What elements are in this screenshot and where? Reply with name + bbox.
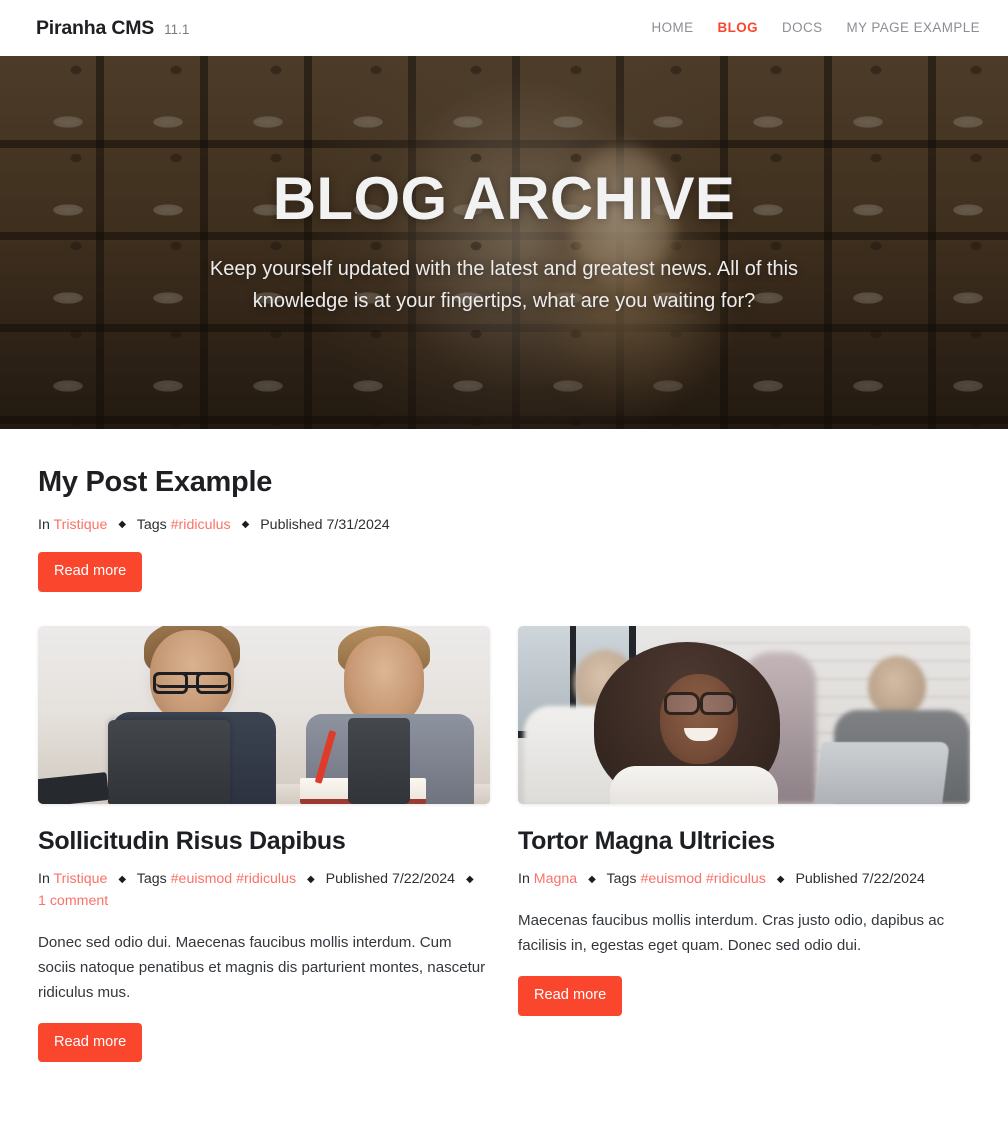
brand-version: 11.1 — [164, 21, 190, 37]
meta-category-link[interactable]: Tristique — [54, 517, 108, 533]
meta-category-link[interactable]: Tristique — [54, 871, 108, 887]
post-thumbnail-office-woman[interactable] — [518, 625, 970, 804]
meta-tags-link[interactable]: #euismod #ridiculus — [640, 871, 765, 887]
main-navigation: HOME BLOG DOCS MY PAGE EXAMPLE — [652, 19, 980, 37]
child-left-glasses-icon — [153, 671, 231, 694]
meta-separator-diamond-icon: ◆ — [776, 873, 785, 885]
nav-item-blog: BLOG — [718, 19, 758, 37]
post-card: Sollicitudin Risus Dapibus In Tristique … — [38, 625, 490, 1063]
meta-separator-diamond-icon: ◆ — [307, 873, 315, 885]
nav-link-my-page-example[interactable]: MY PAGE EXAMPLE — [846, 20, 980, 35]
meta-separator-diamond-icon: ◆ — [588, 873, 596, 885]
hero-banner: BLOG ARCHIVE Keep yourself updated with … — [0, 56, 1008, 429]
meta-category-link[interactable]: Magna — [534, 871, 577, 887]
post-grid: Sollicitudin Risus Dapibus In Tristique … — [38, 625, 970, 1063]
meta-in-label: In — [518, 871, 530, 888]
meta-tags-link[interactable]: #ridiculus — [171, 517, 231, 533]
post-excerpt: Maecenas faucibus mollis interdum. Cras … — [518, 912, 945, 955]
post-read-more-button[interactable]: Read more — [38, 1022, 143, 1063]
featured-post-title[interactable]: My Post Example — [38, 465, 970, 500]
hero-content: BLOG ARCHIVE Keep yourself updated with … — [0, 167, 1008, 317]
child-right-head — [344, 635, 424, 726]
woman-face — [660, 673, 738, 764]
nav-link-blog[interactable]: BLOG — [718, 20, 758, 35]
post-read-more-button[interactable]: Read more — [518, 976, 623, 1016]
meta-in-label: In — [38, 871, 50, 888]
site-header: Piranha CMS 11.1 HOME BLOG DOCS MY PAGE … — [0, 0, 1008, 56]
post-card: Tortor Magna Ultricies In Magna ◆ Tags #… — [518, 625, 970, 1016]
woman-white-shirt — [610, 765, 778, 804]
featured-read-more-button[interactable]: Read more — [38, 552, 143, 592]
meta-published-label: Published — [260, 516, 323, 533]
brand-logo[interactable]: Piranha CMS 11.1 — [36, 17, 189, 40]
nav-list: HOME BLOG DOCS MY PAGE EXAMPLE — [652, 19, 980, 37]
meta-tags-label: Tags — [136, 871, 167, 888]
meta-tags-label: Tags — [606, 871, 637, 888]
thumbnail-image — [518, 625, 970, 804]
hero-subtitle: Keep yourself updated with the latest an… — [209, 257, 799, 313]
meta-published-label: Published — [325, 871, 388, 888]
main-content: My Post Example In Tristique ◆ Tags #rid… — [0, 429, 1008, 1063]
meta-separator-diamond-icon: ◆ — [466, 873, 474, 885]
nav-link-docs[interactable]: DOCS — [782, 20, 823, 35]
post-title[interactable]: Tortor Magna Ultricies — [518, 826, 970, 857]
colleague-right-head — [868, 655, 926, 718]
laptop-keyboard — [38, 771, 110, 804]
open-laptop — [814, 741, 950, 804]
tablet-left — [108, 719, 230, 804]
nav-item-home: HOME — [652, 19, 694, 37]
post-thumbnail-children-tablets[interactable] — [38, 625, 490, 804]
meta-published-date: 7/31/2024 — [326, 516, 390, 533]
nav-item-my-page-example: MY PAGE EXAMPLE — [846, 19, 980, 37]
featured-post: My Post Example In Tristique ◆ Tags #rid… — [38, 465, 970, 592]
meta-tags-link[interactable]: #euismod #ridiculus — [171, 871, 296, 887]
post-meta: In Magna ◆ Tags #euismod #ridiculus ◆ Pu… — [518, 869, 970, 891]
post-meta: In Tristique ◆ Tags #euismod #ridiculus … — [38, 869, 490, 912]
woman-glasses-icon — [664, 691, 736, 715]
nav-link-home[interactable]: HOME — [652, 20, 694, 35]
meta-comments-link[interactable]: 1 comment — [38, 893, 108, 909]
post-excerpt: Donec sed odio dui. Maecenas faucibus mo… — [38, 933, 486, 1001]
meta-published-label: Published — [795, 871, 858, 888]
hero-title: BLOG ARCHIVE — [272, 165, 736, 233]
nav-item-docs: DOCS — [782, 19, 823, 37]
meta-separator-diamond-icon: ◆ — [241, 519, 250, 531]
meta-in-label: In — [38, 516, 50, 533]
meta-published-date: 7/22/2024 — [391, 871, 456, 888]
meta-published-date: 7/22/2024 — [861, 871, 925, 888]
post-title[interactable]: Sollicitudin Risus Dapibus — [38, 826, 490, 857]
featured-post-meta: In Tristique ◆ Tags #ridiculus ◆ Publish… — [38, 515, 970, 537]
thumbnail-image — [38, 625, 490, 804]
meta-separator-diamond-icon: ◆ — [118, 519, 127, 531]
brand-name: Piranha CMS — [36, 16, 155, 39]
tablet-right — [348, 717, 410, 804]
meta-tags-label: Tags — [136, 516, 167, 533]
page-root: Piranha CMS 11.1 HOME BLOG DOCS MY PAGE … — [0, 0, 1008, 1141]
meta-separator-diamond-icon: ◆ — [118, 873, 127, 885]
